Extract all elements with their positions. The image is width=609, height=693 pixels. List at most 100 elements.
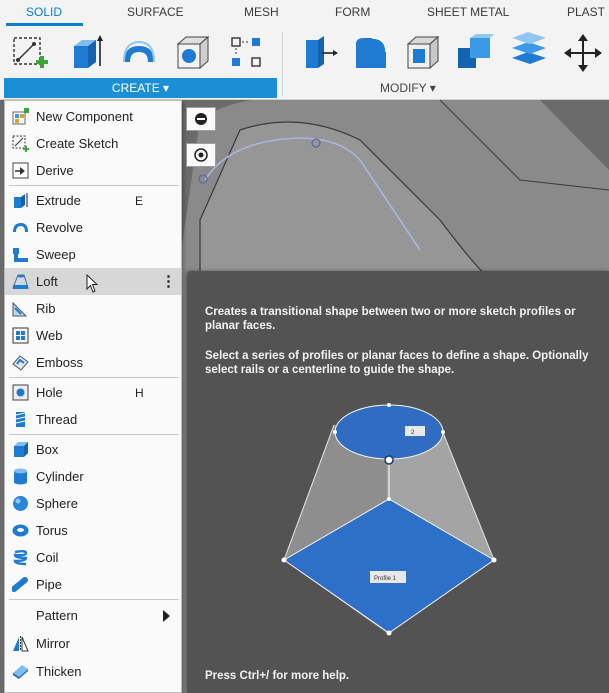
cylinder-icon [14, 468, 27, 485]
hole-icon[interactable] [172, 32, 214, 74]
emboss-icon [12, 355, 29, 371]
loft-tooltip: Creates a transitional shape between two… [187, 271, 609, 693]
menu-item-pattern[interactable]: Pattern [5, 602, 181, 629]
menu-item-label: Web [36, 328, 63, 343]
menu-item-label: Sweep [36, 247, 76, 262]
menu-item-label: Loft [36, 274, 58, 289]
menu-item-derive[interactable]: Derive [5, 157, 181, 184]
menu-item-web[interactable]: Web [5, 322, 181, 349]
submenu-arrow-icon [163, 610, 170, 622]
menu-item-coil[interactable]: Coil [5, 544, 181, 571]
menu-item-label: Emboss [36, 355, 83, 370]
menu-item-label: Hole [36, 385, 63, 400]
rectangular-pattern-icon[interactable] [226, 32, 268, 74]
tab-plastic[interactable]: PLAST [567, 5, 605, 19]
menu-item-mirror[interactable]: Mirror [5, 630, 181, 657]
derive-icon [12, 162, 29, 179]
revolve-icon [13, 223, 28, 232]
menu-item-thicken[interactable]: Thicken [5, 658, 181, 685]
web-icon [12, 327, 29, 344]
menu-item-thread[interactable]: Thread [5, 406, 181, 433]
combine-icon[interactable] [454, 32, 496, 74]
menu-separator [9, 434, 179, 435]
canvas-view-button[interactable] [186, 107, 216, 131]
create-dropdown[interactable]: CREATE ▾ [4, 78, 277, 98]
menu-item-label: New Component [36, 109, 133, 124]
box-icon [14, 442, 28, 457]
menu-item-rib[interactable]: Rib [5, 295, 181, 322]
menu-separator [9, 377, 179, 378]
tab-sheet-metal[interactable]: SHEET METAL [427, 5, 509, 19]
minus-circle-icon [195, 113, 207, 125]
ribbon-tabs: SOLID SURFACE MESH FORM SHEET METAL PLAS… [0, 0, 609, 26]
thread-icon [15, 412, 26, 427]
menu-item-cylinder[interactable]: Cylinder [5, 463, 181, 490]
menu-item-new-component[interactable]: New Component [5, 103, 181, 130]
radio-target-icon [194, 148, 208, 162]
tooltip-description: Creates a transitional shape between two… [205, 306, 576, 332]
tab-surface[interactable]: SURFACE [127, 5, 184, 19]
shell-icon[interactable] [402, 32, 444, 74]
menu-item-create-sketch[interactable]: Create Sketch [5, 130, 181, 157]
canvas-select-button[interactable] [186, 143, 216, 167]
tab-mesh[interactable]: MESH [244, 5, 279, 19]
tab-form[interactable]: FORM [335, 5, 370, 19]
menu-separator [9, 185, 179, 186]
press-pull-icon[interactable] [298, 32, 340, 74]
menu-item-label: Derive [36, 163, 74, 178]
mouse-cursor-icon [86, 274, 99, 293]
menu-item-label: Thread [36, 412, 78, 427]
fillet-icon[interactable] [350, 32, 392, 74]
menu-item-label: Create Sketch [36, 136, 119, 151]
menu-item-box[interactable]: Box [5, 436, 181, 463]
sweep-icon [13, 248, 28, 262]
more-options-icon[interactable]: ⋮ [161, 272, 176, 290]
menu-item-label: Rib [36, 301, 56, 316]
create-sketch-icon [12, 135, 29, 152]
menu-item-revolve[interactable]: Revolve [5, 214, 181, 241]
tooltip-help-hint: Press Ctrl+/ for more help. [205, 670, 350, 682]
offset-face-icon[interactable] [508, 32, 550, 74]
menu-item-label: Pipe [36, 577, 63, 592]
extrude-icon[interactable] [64, 32, 106, 74]
sphere-icon [13, 496, 28, 511]
menu-item-label: Revolve [36, 220, 83, 235]
modify-dropdown[interactable]: MODIFY ▾ [380, 81, 436, 95]
menu-item-emboss[interactable]: Emboss [5, 349, 181, 376]
menu-item-label: Sphere [36, 496, 78, 511]
menu-item-hole[interactable]: Hole H [5, 379, 181, 406]
mirror-icon [13, 636, 29, 652]
hole-icon [12, 384, 29, 401]
menu-item-pipe[interactable]: Pipe [5, 571, 181, 598]
menu-item-label: Pattern [36, 608, 78, 623]
toolbar-divider [282, 32, 283, 96]
rib-icon [12, 301, 28, 317]
shortcut-label: H [135, 386, 144, 400]
menu-item-extrude[interactable]: Extrude E [5, 187, 181, 214]
menu-item-label: Cylinder [36, 469, 84, 484]
menu-item-sweep[interactable]: Sweep [5, 241, 181, 268]
pipe-icon [12, 577, 28, 592]
extrude-icon [14, 193, 28, 208]
move-icon[interactable] [562, 32, 604, 74]
revolve-icon[interactable] [118, 32, 160, 74]
torus-icon [12, 524, 29, 537]
menu-separator [9, 599, 179, 600]
ribbon-toolbar: CREATE ▾ MODIFY ▾ [0, 26, 609, 100]
shortcut-label: E [135, 194, 144, 208]
create-sketch-icon[interactable] [10, 32, 52, 74]
thicken-icon [13, 665, 28, 679]
tab-solid[interactable]: SOLID [26, 5, 62, 19]
coil-icon [13, 550, 28, 566]
menu-item-label: Extrude [36, 193, 81, 208]
create-menu: New Component Create Sketch Derive Extru… [4, 100, 182, 693]
menu-item-torus[interactable]: Torus [5, 517, 181, 544]
menu-item-label: Coil [36, 550, 59, 565]
new-component-icon [12, 108, 29, 125]
profile-1-label: Profile 1 [374, 576, 397, 582]
menu-item-label: Torus [36, 523, 68, 538]
menu-item-label: Box [36, 442, 59, 457]
menu-item-label: Mirror [36, 636, 70, 651]
menu-item-sphere[interactable]: Sphere [5, 490, 181, 517]
loft-illustration: 2 Profile 1 [281, 403, 497, 636]
